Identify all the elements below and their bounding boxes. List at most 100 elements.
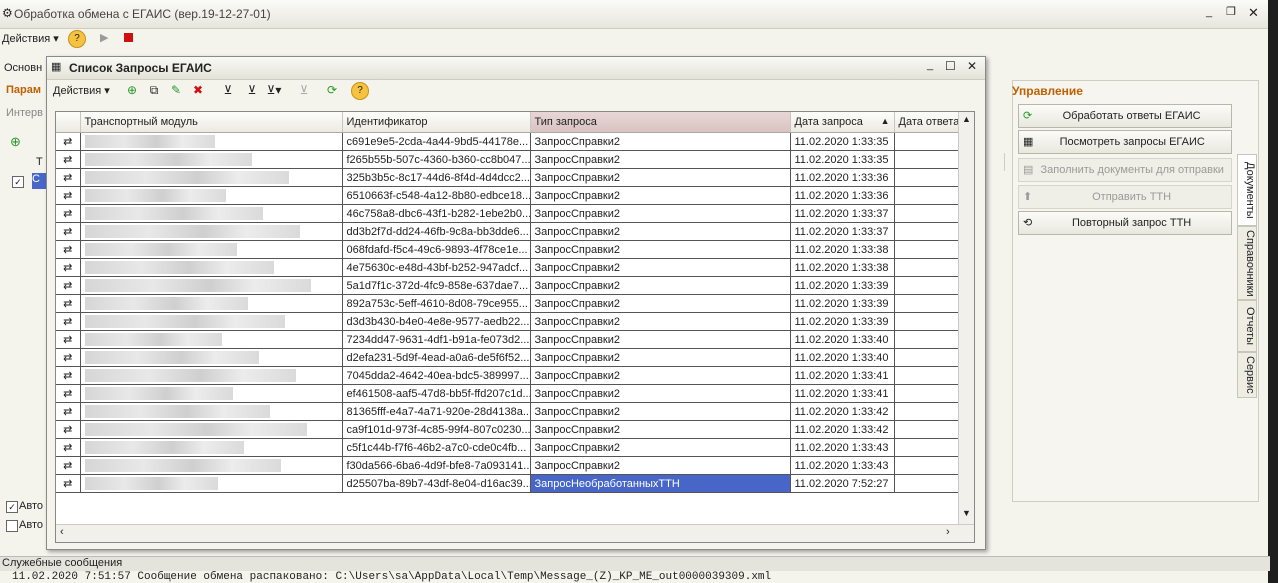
row-icon: ⇄ (56, 366, 81, 385)
transport-module-cell (80, 204, 343, 223)
side-tab-documents[interactable]: Документы (1237, 154, 1257, 226)
filter-list-icon[interactable]: ⊻▾ (265, 81, 283, 99)
table-row[interactable]: ⇄ 4e75630c-e48d-43bf-b252-947adcf... Запро… (56, 258, 959, 277)
view-requests-button[interactable]: ▦ Посмотреть запросы ЕГАИС (1018, 130, 1232, 154)
edit-icon[interactable]: ✎ (167, 81, 185, 99)
identifier-cell: 068fdafd-f5c4-49c6-9893-4f78ce1e... (342, 240, 531, 259)
clear-filter-icon[interactable]: ⊻ (295, 81, 313, 99)
table-row[interactable]: ⇄ f30da566-6ba6-4d9f-bfe8-7a093141... Запр… (56, 456, 959, 475)
request-type-cell: ЗапросСправки2 (530, 240, 791, 259)
table-row[interactable]: ⇄ f265b55b-507c-4360-b360-cc8b047... Запро… (56, 150, 959, 169)
request-date-cell: 11.02.2020 1:33:41 (790, 366, 895, 385)
table-row[interactable]: ⇄ 325b3b5c-8c17-44d6-8f4d-4d4dcc2... Запро… (56, 168, 959, 187)
request-date-cell: 11.02.2020 1:33:39 (790, 294, 895, 313)
send-ttn-button[interactable]: ⬆ Отправить ТТН (1018, 185, 1232, 209)
request-type-cell: ЗапросСправки2 (530, 438, 791, 457)
help-icon[interactable]: ? (351, 82, 369, 100)
answer-date-cell (894, 294, 959, 313)
table-row[interactable]: ⇄ d25507ba-89b7-43df-8e04-d16ac39... Запро… (56, 474, 959, 493)
process-answers-button[interactable]: ⟳ Обработать ответы ЕГАИС (1018, 104, 1232, 128)
answer-date-cell (894, 240, 959, 259)
help-icon[interactable]: ? (68, 30, 86, 48)
scroll-down-icon[interactable]: ▼ (962, 508, 971, 518)
auto-checkbox-2[interactable] (6, 520, 18, 532)
section-params: Парам (6, 84, 41, 96)
request-type-cell: ЗапросСправки2 (530, 186, 791, 205)
identifier-cell: 7045dda2-4642-40ea-bdc5-389997... (342, 366, 531, 385)
transport-module-cell (80, 240, 343, 259)
col-request-date[interactable]: Дата запроса ▲ (790, 112, 895, 133)
table-row[interactable]: ⇄ 7045dda2-4642-40ea-bdc5-389997... Запрос… (56, 366, 959, 385)
table-icon: ▦ (1023, 136, 1034, 148)
row-checkbox[interactable]: ✓ (12, 176, 24, 188)
request-date-cell: 11.02.2020 1:33:36 (790, 186, 895, 205)
side-tab-service[interactable]: Сервис (1237, 352, 1257, 398)
filter-icon[interactable]: ⊻ (219, 81, 237, 99)
auto-checkbox-1[interactable]: ✓ (6, 501, 18, 513)
dialog-minimize-icon[interactable]: _ (927, 59, 933, 71)
table-row[interactable]: ⇄ 6510663f-c548-4a12-8b80-edbce18... Запро… (56, 186, 959, 205)
actions-menu[interactable]: Действия ▾ (2, 32, 59, 45)
request-date-cell: 11.02.2020 1:33:39 (790, 276, 895, 295)
transport-module-cell (80, 420, 343, 439)
side-tab-references[interactable]: Справочники (1237, 226, 1257, 300)
col-request-type[interactable]: Тип запроса (530, 112, 791, 133)
restore-icon[interactable]: ❐ (1226, 5, 1236, 18)
refresh-icon[interactable]: ⟳ (323, 81, 341, 99)
answer-date-cell (894, 204, 959, 223)
dialog-close-icon[interactable]: ✕ (967, 59, 977, 73)
request-date-cell: 11.02.2020 1:33:42 (790, 402, 895, 421)
vertical-scrollbar[interactable]: ▲ ▼ (958, 112, 974, 524)
col-transport-module[interactable]: Транспортный модуль (80, 112, 343, 133)
auto-label-2: Авто (19, 519, 43, 531)
identifier-cell: c691e9e5-2cda-4a44-9bd5-44178e... (342, 132, 531, 151)
table-row[interactable]: ⇄ c5f1c44b-f7f6-46b2-a7c0-cde0c4fb... Запр… (56, 438, 959, 457)
table-row[interactable]: ⇄ 46c758a8-dbc6-43f1-b282-1ebe2b0... Запро… (56, 204, 959, 223)
window-title: Обработка обмена с ЕГАИС (вер.19-12-27-0… (14, 7, 271, 21)
col-answer-date[interactable]: Дата ответа (894, 112, 959, 133)
filter-value-icon[interactable]: ⊻ (243, 81, 261, 99)
identifier-cell: 892a753c-5eff-4610-8d08-79ce955... (342, 294, 531, 313)
add-icon[interactable]: ⊕ (123, 81, 141, 99)
table-row[interactable]: ⇄ d2efa231-5d9f-4ead-a0a6-de5f6f52... Запр… (56, 348, 959, 367)
request-type-cell: ЗапросСправки2 (530, 294, 791, 313)
col-identifier[interactable]: Идентификатор (342, 112, 531, 133)
horizontal-scrollbar[interactable]: ‹ › (56, 524, 974, 542)
minimize-icon[interactable]: _ (1206, 6, 1212, 18)
dialog-maximize-icon[interactable]: ☐ (945, 59, 956, 73)
dialog-actions-menu[interactable]: Действия ▾ (53, 84, 110, 97)
delete-icon[interactable]: ✖ (189, 81, 207, 99)
table-row[interactable]: ⇄ 81365fff-e4a7-4a71-920e-28d4138a... Запр… (56, 402, 959, 421)
scroll-left-icon[interactable]: ‹ (60, 526, 64, 538)
table-row[interactable]: ⇄ c691e9e5-2cda-4a44-9bd5-44178e... Запрос… (56, 132, 959, 151)
tab-main[interactable]: Основн (4, 62, 42, 74)
identifier-cell: ef461508-aaf5-47d8-bb5f-ffd207c1d... (342, 384, 531, 403)
table-row[interactable]: ⇄ 068fdafd-f5c4-49c6-9893-4f78ce1e... Запр… (56, 240, 959, 259)
side-tab-reports[interactable]: Отчеты (1237, 300, 1257, 352)
table-row[interactable]: ⇄ ef461508-aaf5-47d8-bb5f-ffd207c1d... Зап… (56, 384, 959, 403)
answer-date-cell (894, 132, 959, 151)
scroll-up-icon[interactable]: ▲ (962, 114, 971, 124)
play-icon[interactable]: ▶ (100, 31, 108, 44)
table-row[interactable]: ⇄ dd3b2f7d-dd24-46fb-9c8a-bb3dde6... Запро… (56, 222, 959, 241)
table-row[interactable]: ⇄ d3d3b430-b4e0-4e8e-9577-aedb22... Запрос… (56, 312, 959, 331)
request-type-cell: ЗапросСправки2 (530, 456, 791, 475)
stop-icon[interactable] (124, 33, 133, 42)
main-titlebar: ⚙ Обработка обмена с ЕГАИС (вер.19-12-27… (0, 0, 1268, 29)
request-date-cell: 11.02.2020 1:33:42 (790, 420, 895, 439)
table-row[interactable]: ⇄ ca9f101d-973f-4c85-99f4-807c0230... Запр… (56, 420, 959, 439)
table-row[interactable]: ⇄ 5a1d7f1c-372d-4fc9-858e-637dae7... Запро… (56, 276, 959, 295)
answer-date-cell (894, 384, 959, 403)
add-icon[interactable]: ⊕ (10, 134, 21, 150)
left-row-cell[interactable]: С (32, 173, 46, 189)
repeat-ttn-request-button[interactable]: ⟲ Повторный запрос ТТН (1018, 211, 1232, 235)
request-type-cell: ЗапросСправки2 (530, 366, 791, 385)
table-row[interactable]: ⇄ 892a753c-5eff-4610-8d08-79ce955... Запро… (56, 294, 959, 313)
identifier-cell: d25507ba-89b7-43df-8e04-d16ac39... (342, 474, 531, 493)
copy-icon[interactable]: ⧉ (145, 81, 163, 99)
request-type-cell: ЗапросСправки2 (530, 258, 791, 277)
scroll-right-icon[interactable]: › (946, 526, 950, 538)
close-icon[interactable]: ✕ (1248, 5, 1259, 21)
table-row[interactable]: ⇄ 7234dd47-9631-4df1-b91a-fe073d2... Запро… (56, 330, 959, 349)
fill-documents-button[interactable]: ▤ Заполнить документы для отправки (1018, 158, 1232, 182)
